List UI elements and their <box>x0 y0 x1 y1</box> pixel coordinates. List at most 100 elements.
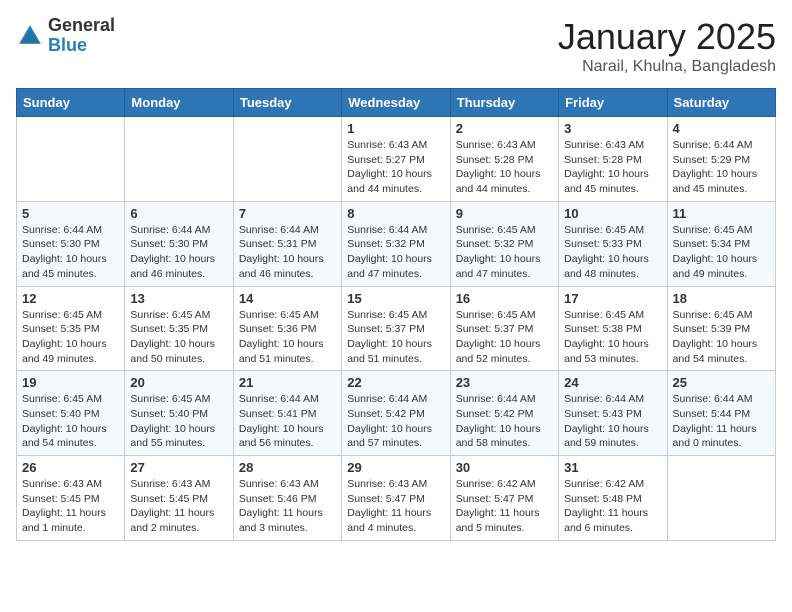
day-number: 17 <box>564 291 661 306</box>
day-number: 1 <box>347 121 444 136</box>
calendar-cell: 12Sunrise: 6:45 AM Sunset: 5:35 PM Dayli… <box>17 286 125 371</box>
calendar-cell: 1 Sunrise: 6:43 AM Sunset: 5:27 PM Daylig… <box>342 117 450 202</box>
day-number: 6 <box>130 206 227 221</box>
day-number: 3 <box>564 121 661 136</box>
logo-blue-text: Blue <box>48 36 115 56</box>
day-number: 11 <box>673 206 770 221</box>
day-info: Sunrise: 6:45 AM Sunset: 5:39 PM Dayligh… <box>673 308 770 367</box>
column-header-saturday: Saturday <box>667 89 775 117</box>
title-block: January 2025 Narail, Khulna, Bangladesh <box>558 16 776 76</box>
calendar-cell: 18 Sunrise: 6:45 AM Sunset: 5:39 PM Dayli… <box>667 286 775 371</box>
day-info: Sunrise: 6:45 AM Sunset: 5:40 PM Dayligh… <box>130 392 227 451</box>
calendar-cell: 17 Sunrise: 6:45 AM Sunset: 5:38 PM Dayli… <box>559 286 667 371</box>
calendar-cell <box>17 117 125 202</box>
day-number: 24 <box>564 375 661 390</box>
day-info: Sunrise: 6:44 AM Sunset: 5:44 PM Dayligh… <box>673 392 770 451</box>
day-number: 19 <box>22 375 119 390</box>
calendar-week-3: 12 Sunrise: 6:45 AM Sunset: 5:35 PM Dayli… <box>17 286 776 371</box>
calendar-cell: 5 Sunrise: 6:44 AM Sunset: 5:30 PM Daylig… <box>17 201 125 286</box>
day-info: Sunrise: 6:45 AM Sunset: 5:33 PM Dayligh… <box>564 223 661 282</box>
calendar-cell: 10 Sunrise: 6:45 AM Sunset: 5:33 PM Dayli… <box>559 201 667 286</box>
calendar-table: SundayMondayTuesdayWednesdayThursdayFrid… <box>16 88 776 541</box>
location-subtitle: Narail, Khulna, Bangladesh <box>558 58 776 76</box>
day-info: Sunrise: 6:45 AM Sunset: 5:35 PM Dayligh… <box>130 308 227 367</box>
day-info: Sunrise: 6:45 AM Sunset: 5:38 PM Dayligh… <box>564 308 661 367</box>
calendar-cell: 14 Sunrise: 6:45 AM Sunset: 5:36 PM Dayli… <box>233 286 341 371</box>
day-info: Sunrise: 6:43 AM Sunset: 5:28 PM Dayligh… <box>456 138 553 197</box>
logo-icon <box>16 22 44 50</box>
month-title: January 2025 <box>558 16 776 58</box>
day-number: 14 <box>239 291 336 306</box>
day-info: Sunrise: 6:42 AM Sunset: 5:47 PM Dayligh… <box>456 477 553 536</box>
calendar-cell: 11Sunrise: 6:45 AM Sunset: 5:34 PM Dayli… <box>667 201 775 286</box>
day-info: Sunrise: 6:44 AM Sunset: 5:29 PM Dayligh… <box>673 138 770 197</box>
day-number: 15 <box>347 291 444 306</box>
day-number: 7 <box>239 206 336 221</box>
day-number: 18 <box>673 291 770 306</box>
calendar-week-5: 26 Sunrise: 6:43 AM Sunset: 5:45 PM Dayli… <box>17 456 776 541</box>
calendar-cell: 7 Sunrise: 6:44 AM Sunset: 5:31 PM Daylig… <box>233 201 341 286</box>
day-info: Sunrise: 6:45 AM Sunset: 5:37 PM Dayligh… <box>347 308 444 367</box>
day-number: 8 <box>347 206 444 221</box>
day-number: 16 <box>456 291 553 306</box>
day-info: Sunrise: 6:43 AM Sunset: 5:45 PM Dayligh… <box>22 477 119 536</box>
calendar-cell: 20 Sunrise: 6:45 AM Sunset: 5:40 PM Dayli… <box>125 371 233 456</box>
day-number: 28 <box>239 460 336 475</box>
day-number: 10 <box>564 206 661 221</box>
calendar-cell: 9 Sunrise: 6:45 AM Sunset: 5:32 PM Daylig… <box>450 201 558 286</box>
day-info: Sunrise: 6:44 AM Sunset: 5:30 PM Dayligh… <box>130 223 227 282</box>
logo: General Blue <box>16 16 115 56</box>
calendar-cell: 16 Sunrise: 6:45 AM Sunset: 5:37 PM Dayli… <box>450 286 558 371</box>
column-header-wednesday: Wednesday <box>342 89 450 117</box>
column-header-monday: Monday <box>125 89 233 117</box>
calendar-cell: 15 Sunrise: 6:45 AM Sunset: 5:37 PM Dayli… <box>342 286 450 371</box>
calendar-header-row: SundayMondayTuesdayWednesdayThursdayFrid… <box>17 89 776 117</box>
calendar-cell <box>667 456 775 541</box>
calendar-cell: 30Sunrise: 6:42 AM Sunset: 5:47 PM Dayli… <box>450 456 558 541</box>
day-number: 9 <box>456 206 553 221</box>
calendar-cell: 27Sunrise: 6:43 AM Sunset: 5:45 PM Dayli… <box>125 456 233 541</box>
calendar-cell: 8 Sunrise: 6:44 AM Sunset: 5:32 PM Daylig… <box>342 201 450 286</box>
day-info: Sunrise: 6:43 AM Sunset: 5:47 PM Dayligh… <box>347 477 444 536</box>
logo-general-text: General <box>48 16 115 36</box>
day-number: 31 <box>564 460 661 475</box>
column-header-sunday: Sunday <box>17 89 125 117</box>
page-header: General Blue January 2025 Narail, Khulna… <box>16 16 776 76</box>
day-info: Sunrise: 6:45 AM Sunset: 5:37 PM Dayligh… <box>456 308 553 367</box>
day-info: Sunrise: 6:45 AM Sunset: 5:36 PM Dayligh… <box>239 308 336 367</box>
day-info: Sunrise: 6:44 AM Sunset: 5:42 PM Dayligh… <box>456 392 553 451</box>
calendar-cell: 26 Sunrise: 6:43 AM Sunset: 5:45 PM Dayli… <box>17 456 125 541</box>
calendar-cell: 4Sunrise: 6:44 AM Sunset: 5:29 PM Daylig… <box>667 117 775 202</box>
calendar-cell: 13 Sunrise: 6:45 AM Sunset: 5:35 PM Dayli… <box>125 286 233 371</box>
column-header-thursday: Thursday <box>450 89 558 117</box>
day-info: Sunrise: 6:45 AM Sunset: 5:32 PM Dayligh… <box>456 223 553 282</box>
day-info: Sunrise: 6:44 AM Sunset: 5:41 PM Dayligh… <box>239 392 336 451</box>
day-info: Sunrise: 6:44 AM Sunset: 5:32 PM Dayligh… <box>347 223 444 282</box>
calendar-week-2: 5 Sunrise: 6:44 AM Sunset: 5:30 PM Daylig… <box>17 201 776 286</box>
calendar-cell: 31 Sunrise: 6:42 AM Sunset: 5:48 PM Dayli… <box>559 456 667 541</box>
day-info: Sunrise: 6:42 AM Sunset: 5:48 PM Dayligh… <box>564 477 661 536</box>
day-number: 12 <box>22 291 119 306</box>
day-number: 26 <box>22 460 119 475</box>
calendar-cell: 25Sunrise: 6:44 AM Sunset: 5:44 PM Dayli… <box>667 371 775 456</box>
day-info: Sunrise: 6:43 AM Sunset: 5:27 PM Dayligh… <box>347 138 444 197</box>
calendar-cell: 19Sunrise: 6:45 AM Sunset: 5:40 PM Dayli… <box>17 371 125 456</box>
day-number: 13 <box>130 291 227 306</box>
day-info: Sunrise: 6:44 AM Sunset: 5:31 PM Dayligh… <box>239 223 336 282</box>
day-info: Sunrise: 6:44 AM Sunset: 5:30 PM Dayligh… <box>22 223 119 282</box>
calendar-cell <box>233 117 341 202</box>
day-number: 22 <box>347 375 444 390</box>
day-number: 23 <box>456 375 553 390</box>
calendar-cell: 29Sunrise: 6:43 AM Sunset: 5:47 PM Dayli… <box>342 456 450 541</box>
day-number: 20 <box>130 375 227 390</box>
calendar-cell: 23 Sunrise: 6:44 AM Sunset: 5:42 PM Dayli… <box>450 371 558 456</box>
calendar-cell: 6 Sunrise: 6:44 AM Sunset: 5:30 PM Daylig… <box>125 201 233 286</box>
day-info: Sunrise: 6:43 AM Sunset: 5:46 PM Dayligh… <box>239 477 336 536</box>
day-number: 2 <box>456 121 553 136</box>
day-number: 5 <box>22 206 119 221</box>
day-info: Sunrise: 6:44 AM Sunset: 5:42 PM Dayligh… <box>347 392 444 451</box>
day-number: 21 <box>239 375 336 390</box>
calendar-week-1: 1 Sunrise: 6:43 AM Sunset: 5:27 PM Daylig… <box>17 117 776 202</box>
calendar-cell: 22 Sunrise: 6:44 AM Sunset: 5:42 PM Dayli… <box>342 371 450 456</box>
day-info: Sunrise: 6:43 AM Sunset: 5:28 PM Dayligh… <box>564 138 661 197</box>
